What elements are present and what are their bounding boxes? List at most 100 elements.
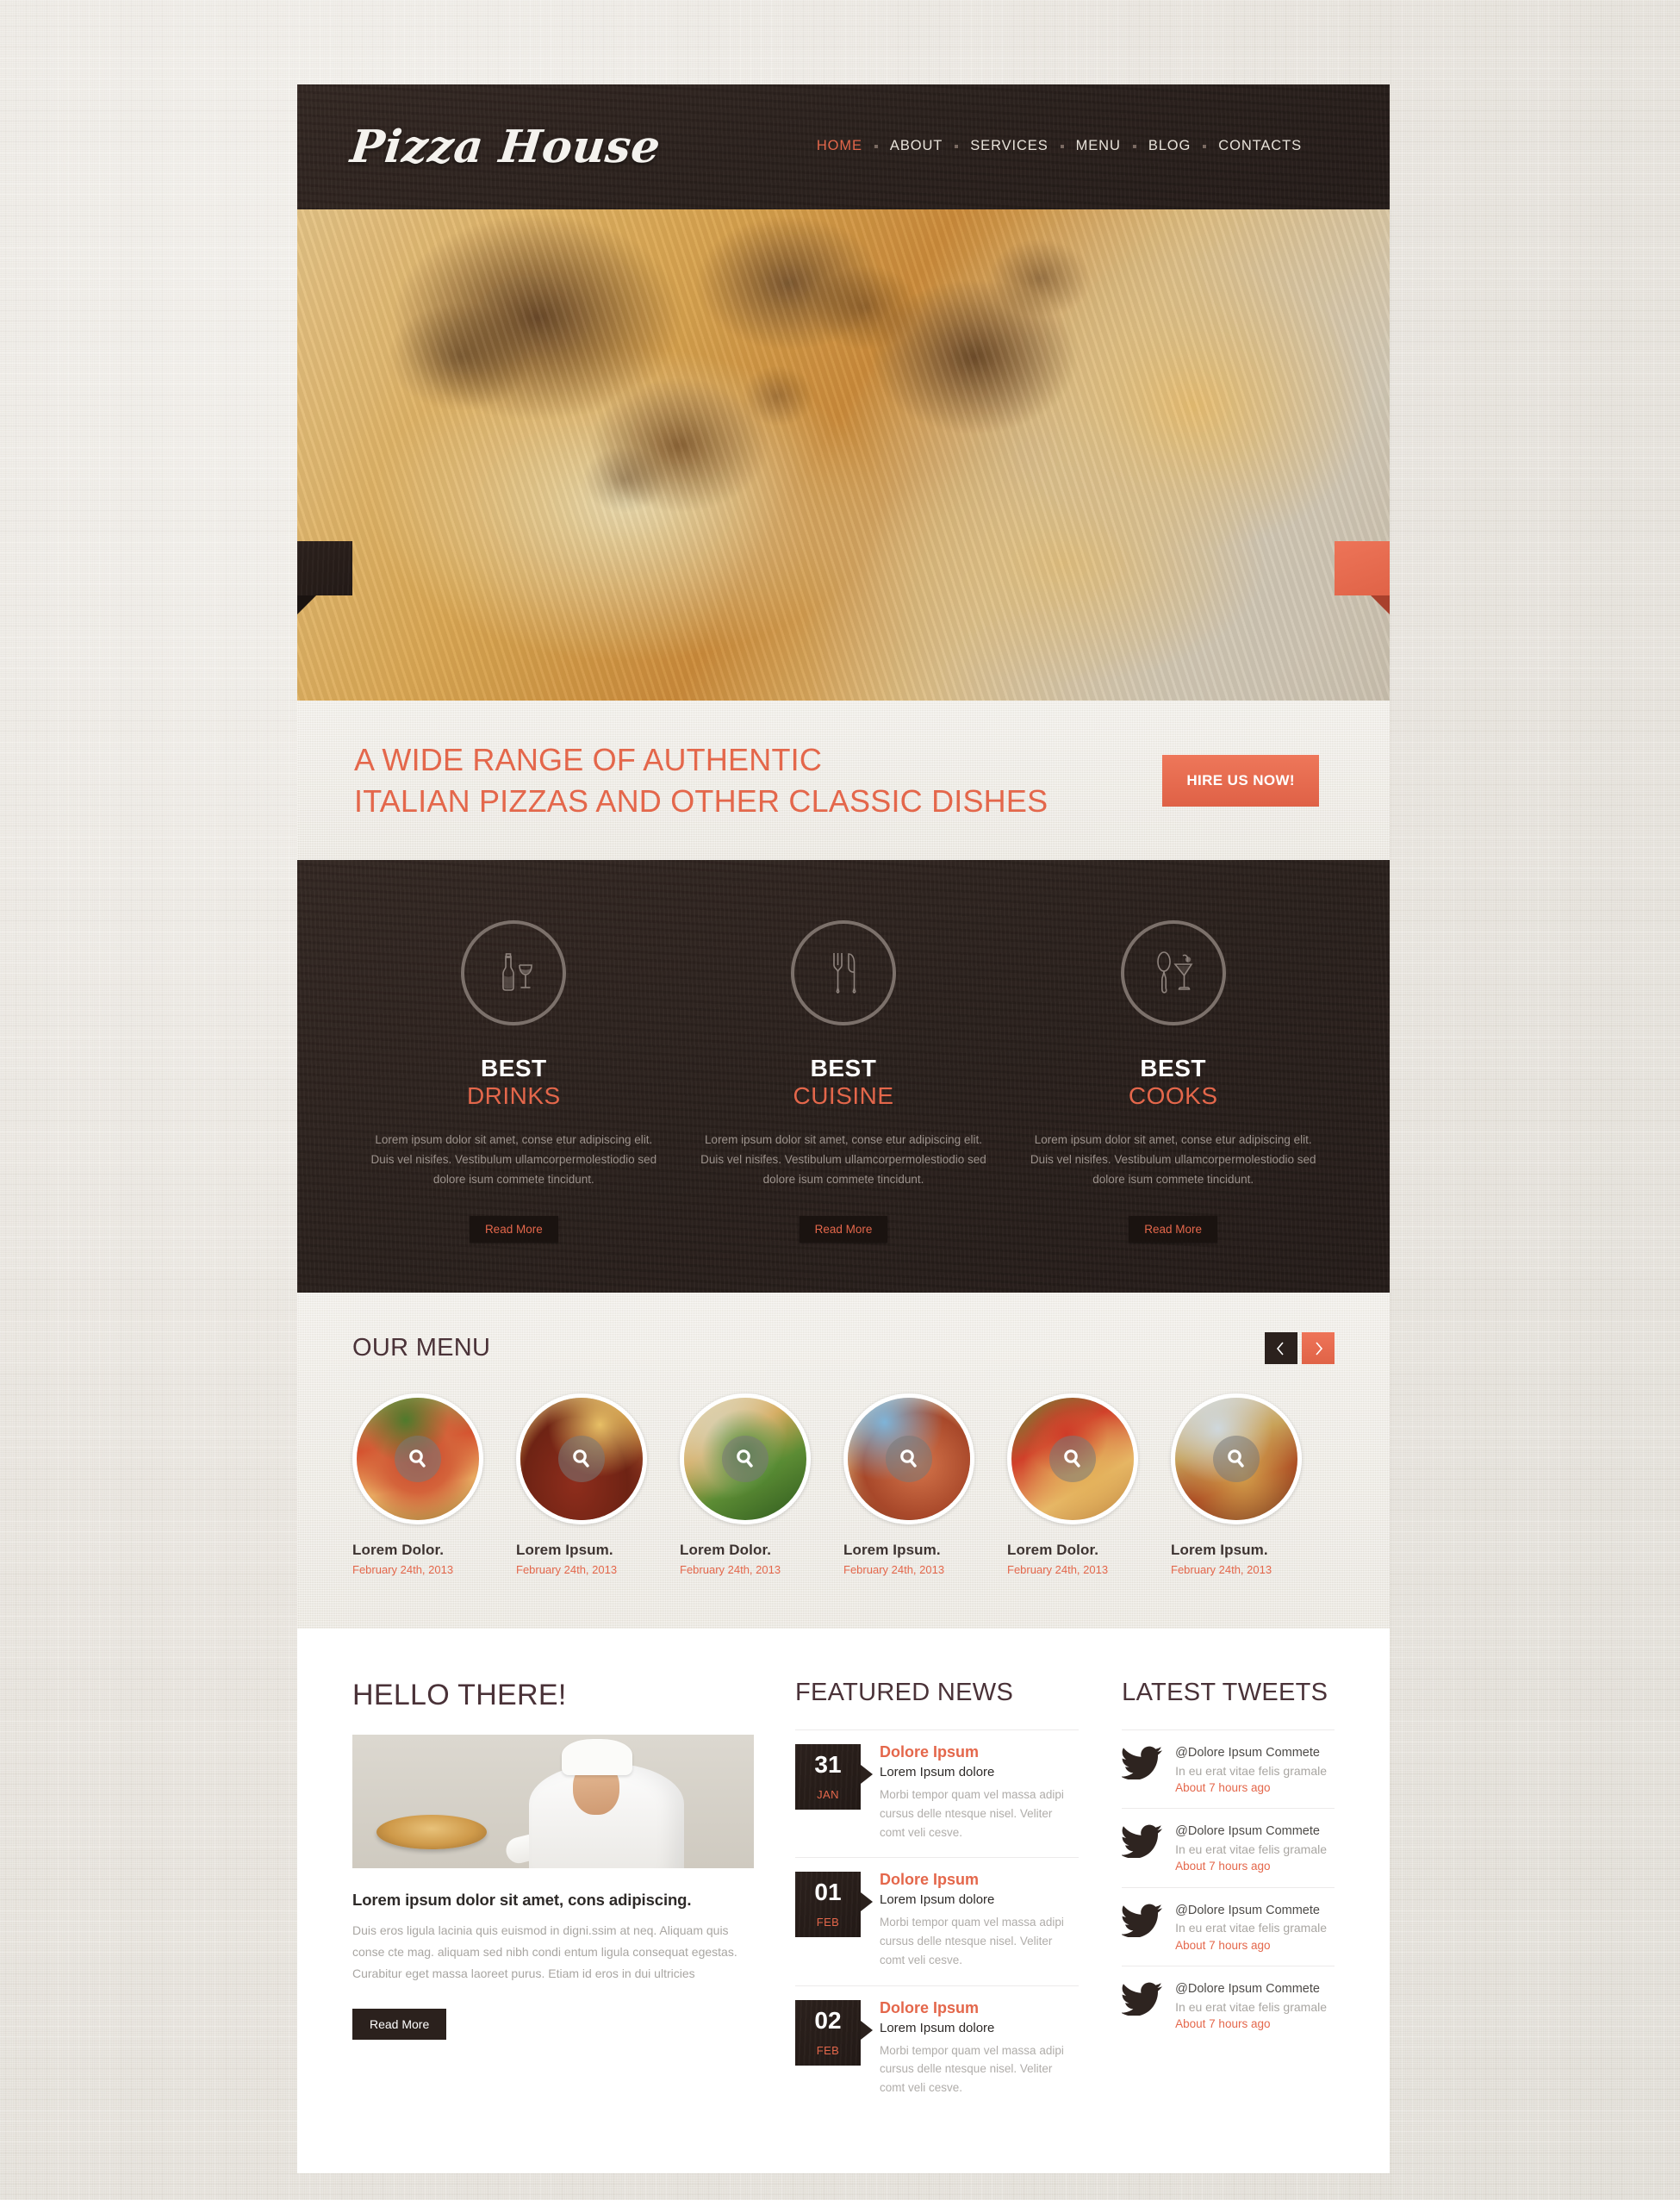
menu-item-name: Lorem Ipsum. [516,1542,613,1558]
tweet-body: In eu erat vitae felis gramale [1175,1921,1328,1935]
news-date-arrow [861,1765,873,1784]
feature-read-more-button[interactable]: Read More [799,1215,888,1243]
news-text: Dolore Ipsum Lorem Ipsum dolore Morbi te… [880,1999,1079,2097]
feature-icon-circle [1120,920,1226,1025]
hello-lead-text: Lorem ipsum dolor sit amet, cons adipisc… [352,1891,692,1909]
tweet-text: @Dolore Ipsum Commete In eu erat vitae f… [1175,1743,1327,1796]
tagline-line-1: A WIDE RANGE OF AUTHENTIC [354,741,823,777]
tweet-icon-wrap [1120,1901,1175,1941]
feature-title-bottom: CUISINE [793,1082,894,1110]
tweet-user[interactable]: @Dolore Ipsum Commete [1175,1745,1327,1762]
news-body: Morbi tempor quam vel massa adipi cursus… [880,1916,1064,1966]
site-footer: PIZZA HOUSE © 2013 | PRIVACY POLICY [297,2173,1390,2200]
menu-item-name: Lorem Dolor. [1007,1542,1099,1558]
twitter-bird-icon [1120,1746,1163,1780]
menu-item-thumbnail[interactable] [843,1393,974,1524]
news-month: FEB [816,1916,840,1929]
news-title[interactable]: Dolore Ipsum [880,1872,1079,1889]
latest-tweets-column: LATEST TWEETS @Dolore Ipsum Commete In e… [1120,1679,1335,2113]
our-menu-title: OUR MENU [352,1334,491,1362]
magnifier-icon [737,1449,753,1468]
news-subtitle: Lorem Ipsum dolore [880,1764,995,1779]
nav-item-home[interactable]: HOME [805,138,874,154]
our-menu-next-button[interactable] [1302,1332,1335,1364]
menu-item-name: Lorem Dolor. [352,1542,445,1558]
feature-body-text: Lorem ipsum dolor sit amet, conse etur a… [700,1132,986,1187]
news-subtitle: Lorem Ipsum dolore [880,2020,995,2035]
site-logo[interactable]: Pizza House [348,121,663,173]
zoom-overlay [722,1436,768,1482]
hello-title: HELLO THERE! [352,1679,567,1711]
news-date-arrow [861,1892,873,1912]
magnifier-icon [900,1449,917,1468]
tweet-user[interactable]: @Dolore Ipsum Commete [1175,1903,1327,1920]
tweet-item[interactable]: @Dolore Ipsum Commete In eu erat vitae f… [1120,1808,1335,1886]
chevron-left-icon [1276,1341,1284,1356]
tweet-icon-wrap [1120,1979,1175,2020]
menu-item-thumbnail[interactable] [352,1393,483,1524]
hello-read-more-button[interactable]: Read More [352,2008,447,2040]
news-item[interactable]: 31 JAN Dolore Ipsum Lorem Ipsum dolore M… [795,1729,1080,1857]
nav-item-menu[interactable]: MENU [1064,138,1133,154]
news-date-badge: 31 JAN [795,1744,873,1810]
feature-read-more-button[interactable]: Read More [469,1215,558,1243]
tweet-user[interactable]: @Dolore Ipsum Commete [1175,1981,1327,1998]
news-subtitle: Lorem Ipsum dolore [880,1892,995,1908]
hello-body-text: Duis eros ligula lacinia quis euismod in… [352,1923,737,1980]
news-title[interactable]: Dolore Ipsum [880,1743,1079,1761]
nav-item-about[interactable]: ABOUT [878,138,955,154]
tweet-time[interactable]: About 7 hours ago [1175,1779,1327,1797]
main-content: HELLO THERE! Lorem ipsum dolor sit amet,… [297,1629,1390,2174]
tweet-text: @Dolore Ipsum Commete In eu erat vitae f… [1175,1901,1327,1954]
tweet-time[interactable]: About 7 hours ago [1175,1937,1327,1954]
nav-item-services[interactable]: SERVICES [958,138,1060,154]
tweet-time[interactable]: About 7 hours ago [1175,2016,1327,2033]
slider-prev-button[interactable] [297,541,352,614]
tagline-bar: A WIDE RANGE OF AUTHENTIC ITALIAN PIZZAS… [297,701,1390,860]
nav-item-blog[interactable]: BLOG [1136,138,1203,154]
tweet-body: In eu erat vitae felis gramale [1175,1999,1328,2014]
tweet-body: In eu erat vitae felis gramale [1175,1842,1328,1856]
slider-next-button[interactable] [1335,541,1390,614]
feature-title-top: BEST [1140,1055,1207,1081]
menu-item-date: February 24th, 2013 [1171,1563,1272,1576]
feature-body-text: Lorem ipsum dolor sit amet, conse etur a… [1030,1132,1316,1187]
tweet-item[interactable]: @Dolore Ipsum Commete In eu erat vitae f… [1120,1966,1335,2044]
news-month: FEB [816,2043,840,2057]
menu-item-thumbnail[interactable] [680,1393,811,1524]
menu-item: Lorem Ipsum. February 24th, 2013 [1171,1393,1335,1576]
news-item[interactable]: 01 FEB Dolore Ipsum Lorem Ipsum dolore M… [795,1857,1080,1985]
menu-item: Lorem Dolor. February 24th, 2013 [1007,1393,1171,1576]
news-date-arrow [861,2020,873,2040]
feature-read-more-button[interactable]: Read More [1129,1215,1218,1243]
feature-title-bottom: COOKS [1128,1082,1218,1110]
tweet-time[interactable]: About 7 hours ago [1175,1858,1327,1875]
menu-item-date: February 24th, 2013 [1007,1563,1109,1576]
news-date-badge: 01 FEB [795,1872,873,1938]
magnifier-icon [1228,1449,1244,1468]
tweet-item[interactable]: @Dolore Ipsum Commete In eu erat vitae f… [1120,1886,1335,1966]
our-menu-prev-button[interactable] [1265,1332,1297,1364]
features-section: BEST DRINKS Lorem ipsum dolor sit amet, … [297,860,1390,1293]
menu-item: Lorem Dolor. February 24th, 2013 [352,1393,516,1576]
news-title[interactable]: Dolore Ipsum [880,1999,1079,2017]
tagline-text: A WIDE RANGE OF AUTHENTIC ITALIAN PIZZAS… [354,739,1048,821]
tweet-icon-wrap [1120,1743,1175,1784]
news-body: Morbi tempor quam vel massa adipi cursus… [880,2043,1064,2095]
menu-item-thumbnail[interactable] [1171,1393,1302,1524]
tweet-item[interactable]: @Dolore Ipsum Commete In eu erat vitae f… [1120,1729,1335,1808]
menu-item-thumbnail[interactable] [1007,1393,1138,1524]
feature-best-drinks: BEST DRINKS Lorem ipsum dolor sit amet, … [349,920,679,1293]
news-date-badge: 02 FEB [795,1999,873,2066]
tweet-user[interactable]: @Dolore Ipsum Commete [1175,1823,1327,1841]
hire-us-now-button[interactable]: HIRE US NOW! [1162,754,1319,807]
tagline-line-2: ITALIAN PIZZAS AND OTHER CLASSIC DISHES [354,782,1048,819]
news-item[interactable]: 02 FEB Dolore Ipsum Lorem Ipsum dolore M… [795,1985,1080,2113]
nav-item-contacts[interactable]: CONTACTS [1206,138,1314,154]
news-text: Dolore Ipsum Lorem Ipsum dolore Morbi te… [880,1743,1079,1842]
hero-pizza-photo [297,209,1390,701]
menu-item-thumbnail[interactable] [516,1393,647,1524]
tweet-text: @Dolore Ipsum Commete In eu erat vitae f… [1175,1822,1327,1874]
menu-item-date: February 24th, 2013 [680,1563,781,1576]
chef-hat [562,1739,632,1775]
